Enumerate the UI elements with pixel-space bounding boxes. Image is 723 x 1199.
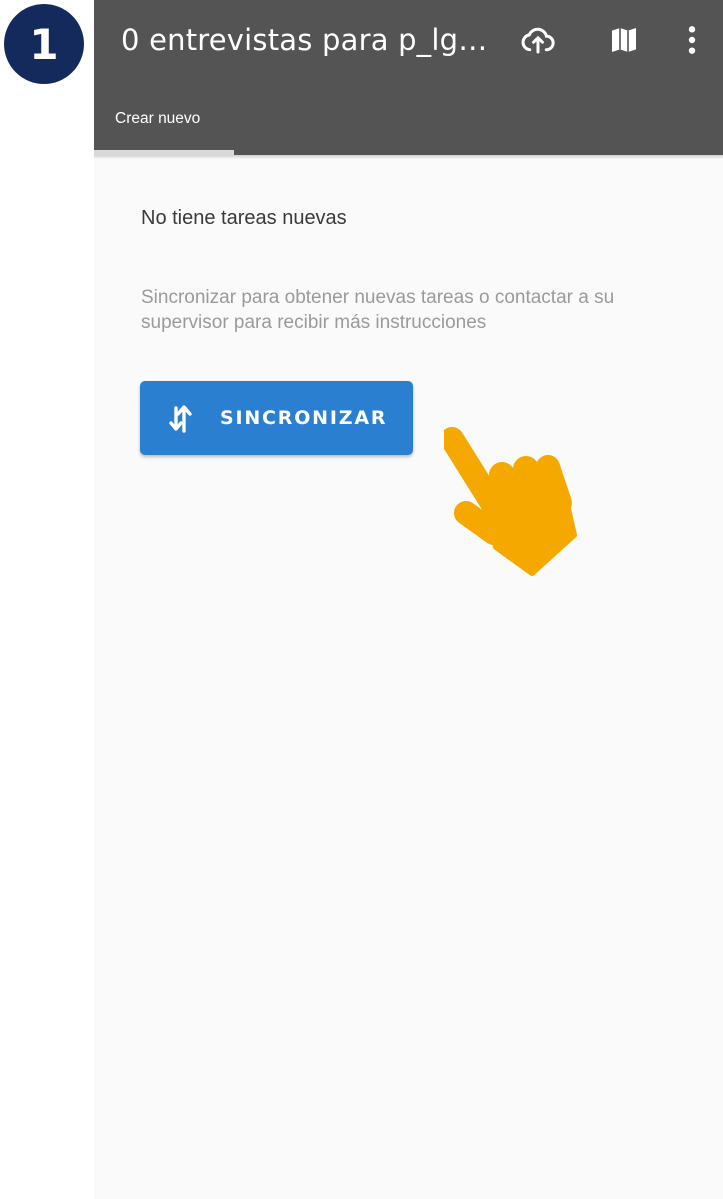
page-title: 0 entrevistas para p_lg… [121,23,488,57]
toolbar-shadow [94,155,723,159]
sync-button[interactable]: SINCRONIZAR [140,381,413,455]
cloud-sync-icon[interactable] [518,20,558,60]
empty-state-title: No tiene tareas nuevas [141,207,347,229]
hand-pointer-icon [440,425,594,580]
step-number-badge: 1 [4,4,84,84]
map-icon[interactable] [604,20,644,60]
sync-button-label: SINCRONIZAR [220,407,388,429]
tab-label: Crear nuevo [115,110,201,127]
more-vert-icon[interactable] [672,20,712,60]
empty-state-hint: Sincronizar para obtener nuevas tareas o… [141,287,615,333]
app-toolbar: 0 entrevistas para p_lg… Crear nuevo [94,0,723,155]
tab-crear-nuevo[interactable]: Crear nuevo [94,92,234,155]
sync-arrows-icon [166,401,196,435]
phone-screen: 0 entrevistas para p_lg… Crear nuevo No … [94,0,723,1199]
